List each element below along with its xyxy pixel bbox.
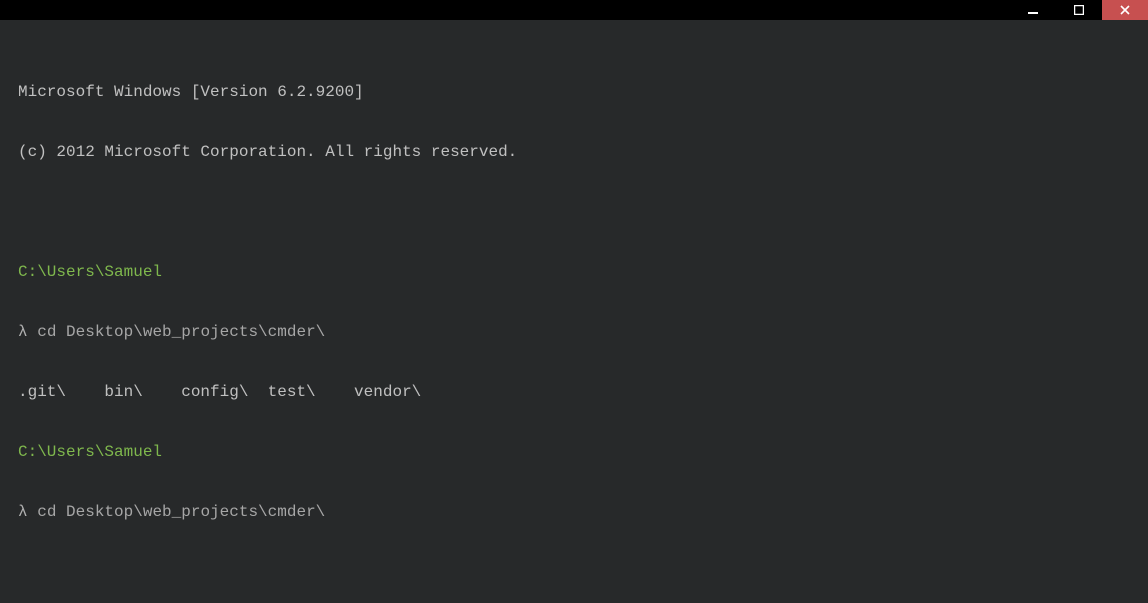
os-banner-line2: (c) 2012 Microsoft Corporation. All righ…	[18, 143, 517, 161]
maximize-button[interactable]	[1056, 0, 1102, 20]
close-button[interactable]	[1102, 0, 1148, 20]
minimize-button[interactable]	[1010, 0, 1056, 20]
os-banner-line1: Microsoft Windows [Version 6.2.9200]	[18, 83, 364, 101]
terminal-output[interactable]: Microsoft Windows [Version 6.2.9200] (c)…	[0, 20, 1148, 603]
terminal-window: Microsoft Windows [Version 6.2.9200] (c)…	[0, 0, 1148, 603]
prompt-path: C:\Users\Samuel	[18, 263, 162, 281]
prompt-path: C:\Users\Samuel	[18, 443, 162, 461]
prompt-symbol: λ	[18, 323, 28, 341]
prompt-symbol: λ	[18, 503, 28, 521]
cmd-cd: cd Desktop\web_projects\cmder\	[37, 323, 325, 341]
titlebar	[0, 0, 1148, 20]
cmd-cd: cd Desktop\web_projects\cmder\	[37, 503, 325, 521]
minimize-icon	[1028, 5, 1038, 15]
maximize-icon	[1074, 5, 1084, 15]
close-icon	[1120, 5, 1130, 15]
dir-listing: .git\ bin\ config\ test\ vendor\	[18, 383, 421, 401]
